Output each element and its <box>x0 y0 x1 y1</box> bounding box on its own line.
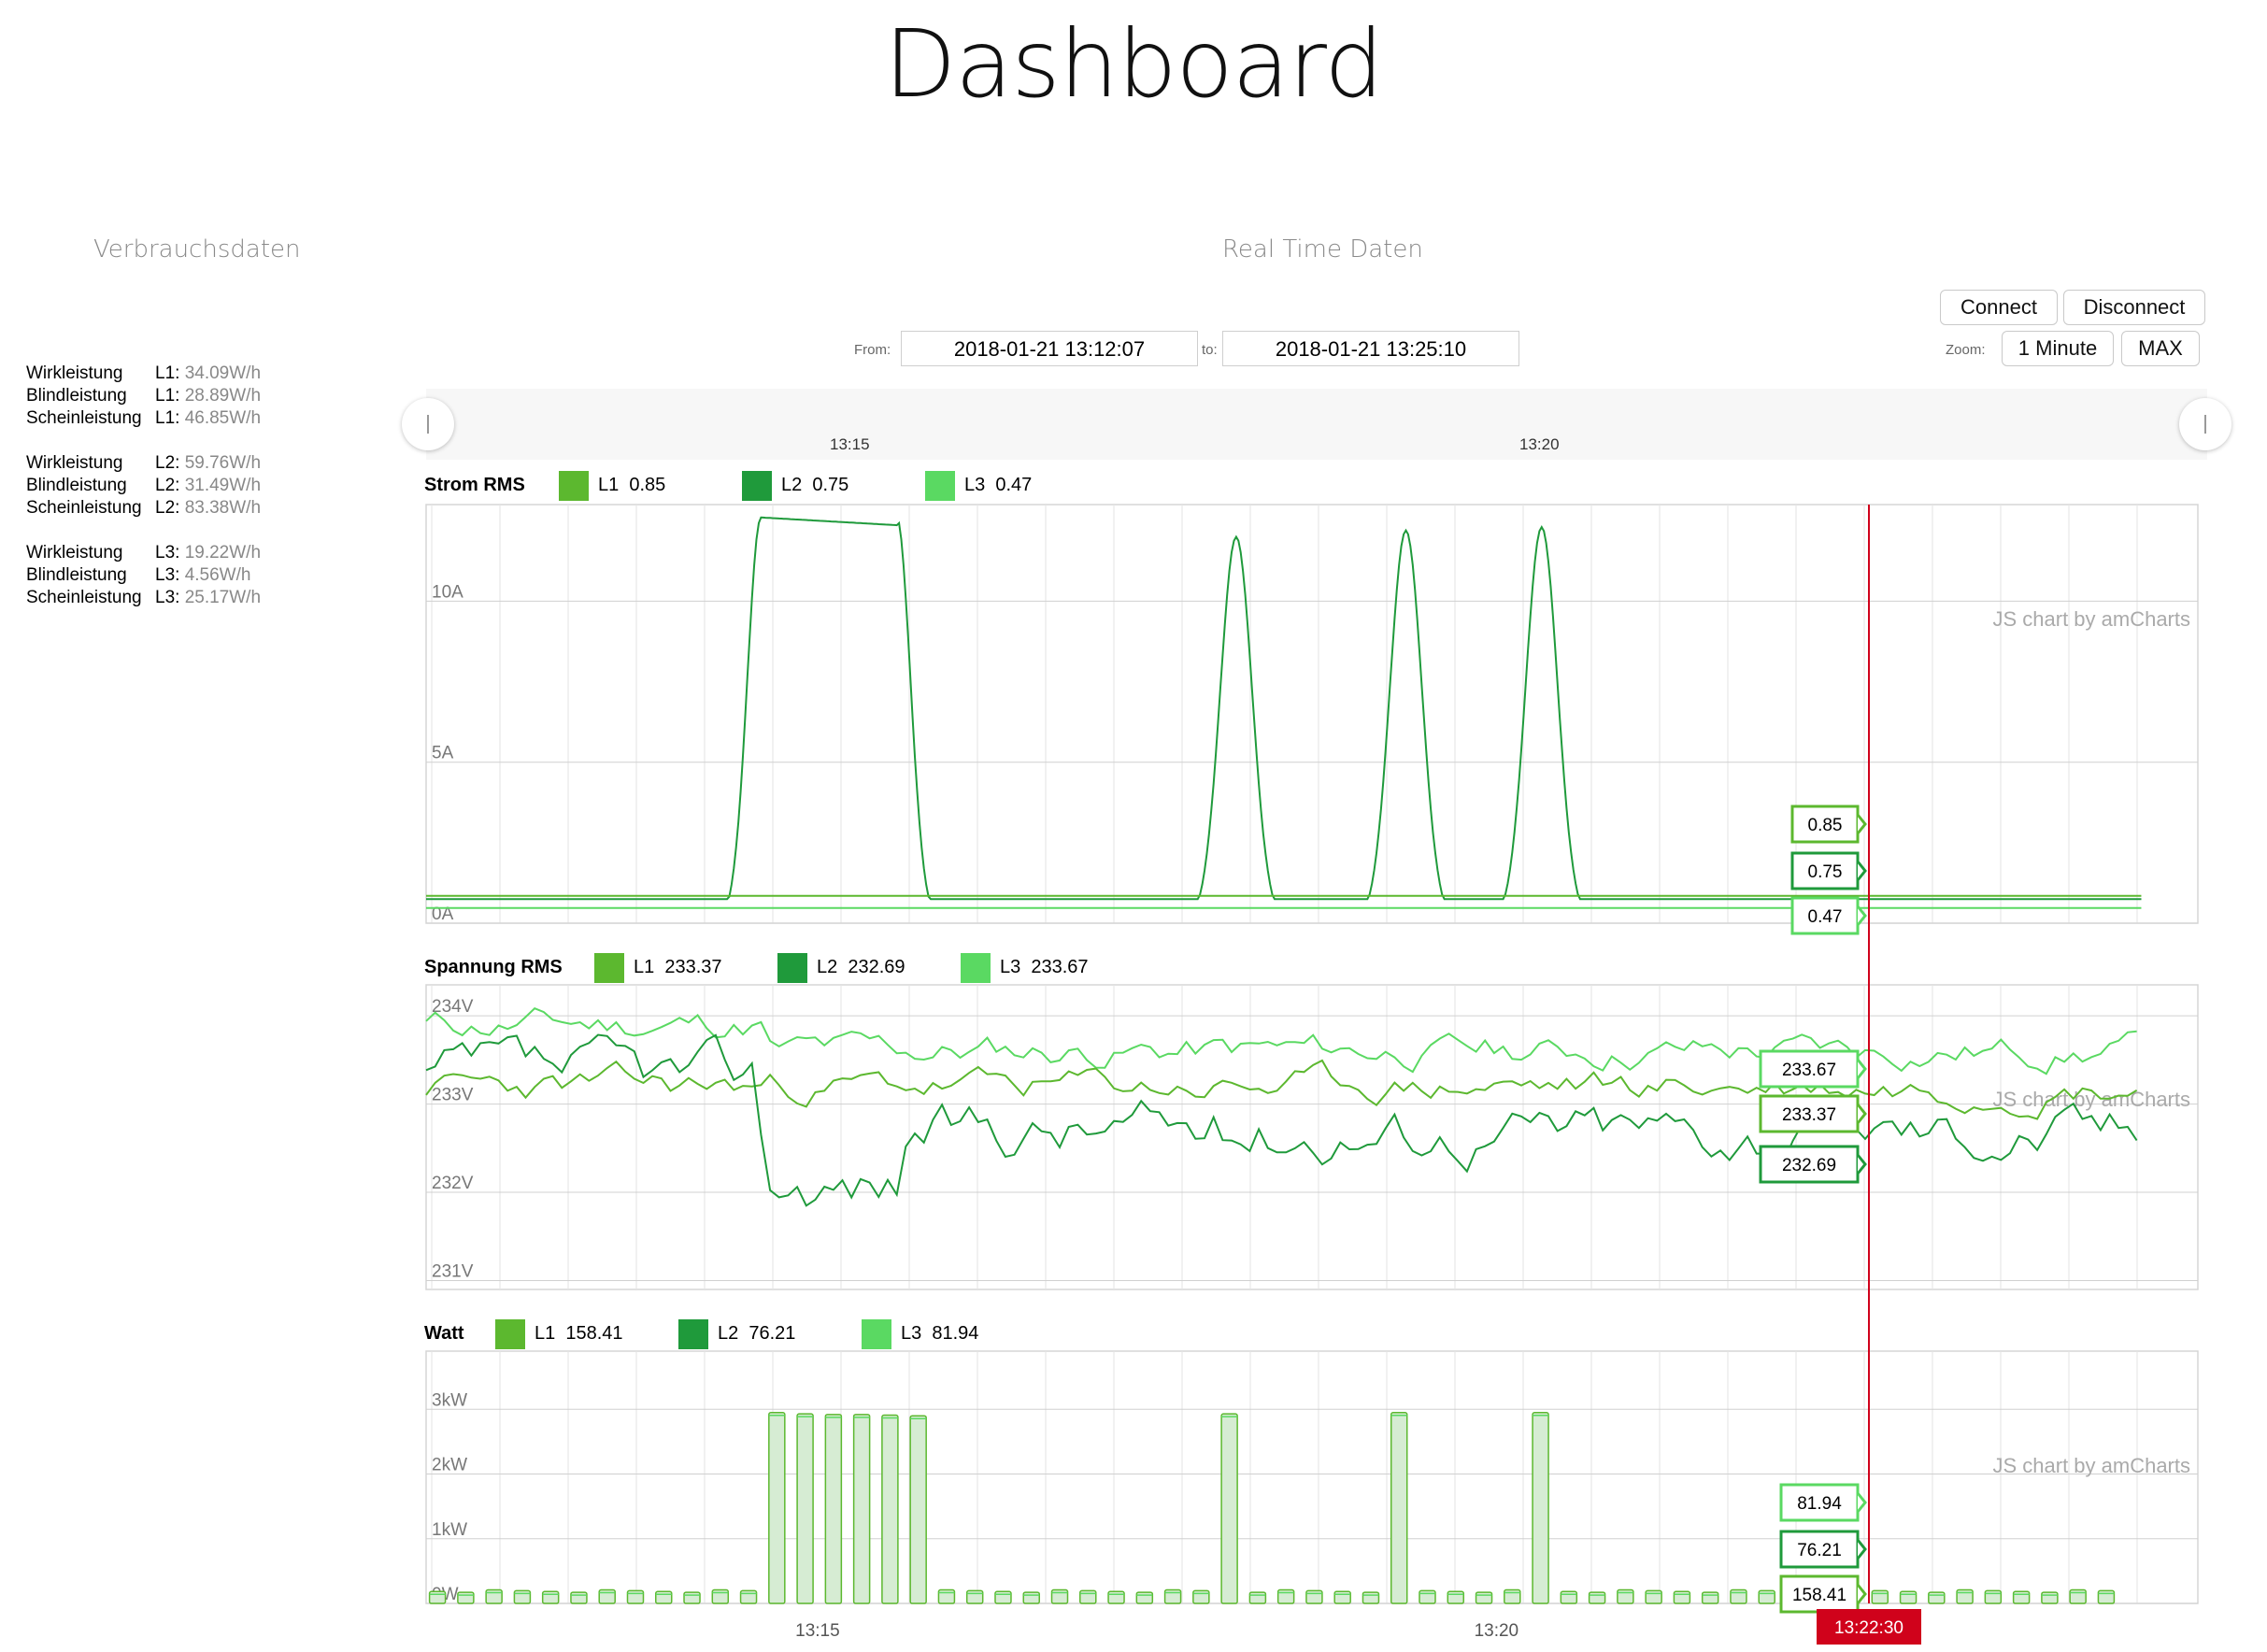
bar-l1 <box>1504 1588 1521 1604</box>
bar-l1 <box>1333 1590 1351 1604</box>
balloon-l2-text: 76.21 <box>1797 1541 1842 1560</box>
bar-l1 <box>1248 1591 1267 1604</box>
bar-l1 <box>2069 1588 2087 1604</box>
bar-l1 <box>965 1589 984 1604</box>
bar-l1 <box>909 1415 927 1604</box>
bar-l1 <box>2041 1591 2059 1604</box>
bar-l1 <box>768 1412 786 1604</box>
bar-l1 <box>1758 1589 1775 1604</box>
bar-l1 <box>1135 1591 1154 1604</box>
balloon-l1-text: 233.37 <box>1782 1105 1836 1125</box>
bar-l1 <box>1588 1591 1606 1604</box>
bar-l1 <box>1730 1588 1747 1604</box>
x-tick-label: 13:20 <box>1475 1621 1519 1641</box>
watermark: JS chart by amCharts <box>1992 1454 2190 1477</box>
bar-l1 <box>1419 1589 1436 1604</box>
bar-l1 <box>796 1413 814 1604</box>
bar-l1 <box>1220 1413 1238 1604</box>
y-tick-label: 2kW <box>432 1456 467 1475</box>
bar-l1 <box>1022 1591 1040 1604</box>
y-tick-label: 1kW <box>432 1520 467 1540</box>
bar-l1 <box>1645 1589 1662 1604</box>
bar-l1 <box>541 1590 560 1604</box>
bar-l1 <box>1192 1589 1210 1604</box>
bar-l1 <box>1956 1588 1974 1604</box>
bar-l1 <box>1871 1589 1889 1604</box>
bar-l1 <box>739 1589 758 1604</box>
balloon-l3-text: 0.47 <box>1808 907 1843 927</box>
x-tick-label: 13:15 <box>795 1621 840 1641</box>
y-tick-label: 234V <box>432 997 474 1017</box>
bar-l1 <box>1560 1590 1578 1604</box>
y-tick-label: 10A <box>432 582 463 602</box>
bar-l1 <box>570 1591 588 1604</box>
bar-l1 <box>1390 1412 1408 1604</box>
cursor-time-text: 13:22:30 <box>1834 1618 1903 1638</box>
bar-l1 <box>1163 1588 1182 1604</box>
bar-l1 <box>626 1589 645 1604</box>
bar-l1 <box>1928 1591 1946 1604</box>
bar-l1 <box>852 1414 871 1604</box>
bar-l1 <box>457 1591 475 1604</box>
bar-l1 <box>1984 1589 2003 1604</box>
balloon-l2-text: 0.75 <box>1808 862 1843 882</box>
y-tick-label: 233V <box>432 1086 474 1105</box>
balloon-l1-text: 158.41 <box>1792 1586 1846 1605</box>
bar-l1 <box>1673 1590 1691 1604</box>
bar-l1 <box>428 1590 447 1604</box>
bar-l1 <box>485 1588 503 1604</box>
balloon-l2-text: 232.69 <box>1782 1156 1836 1175</box>
bar-l1 <box>711 1588 730 1604</box>
bar-l1 <box>824 1414 843 1604</box>
bar-l1 <box>881 1414 899 1604</box>
bar-l1 <box>655 1590 673 1604</box>
bar-l1 <box>1447 1590 1465 1604</box>
balloon-l1-text: 0.85 <box>1808 816 1843 835</box>
bar-l1 <box>513 1589 532 1604</box>
y-tick-label: 3kW <box>432 1390 467 1410</box>
y-tick-label: 231V <box>432 1262 474 1282</box>
bar-l1 <box>1107 1590 1125 1604</box>
bar-l1 <box>1050 1588 1069 1604</box>
bar-l1 <box>683 1591 701 1604</box>
bar-l1 <box>1532 1412 1549 1604</box>
bar-l1 <box>598 1588 616 1604</box>
bar-l1 <box>1701 1591 1719 1604</box>
y-tick-label: 232V <box>432 1174 474 1193</box>
bar-l1 <box>1276 1588 1295 1604</box>
bar-l1 <box>1899 1590 1918 1604</box>
balloon-l3-text: 81.94 <box>1797 1494 1842 1514</box>
bar-l1 <box>994 1590 1012 1604</box>
bar-l1 <box>2097 1589 2116 1604</box>
bar-l1 <box>2012 1590 2031 1604</box>
bar-l1 <box>937 1588 956 1604</box>
watermark: JS chart by amCharts <box>1992 607 2190 631</box>
bar-l1 <box>1475 1591 1493 1604</box>
bar-l1 <box>1362 1591 1380 1604</box>
bar-l1 <box>1079 1589 1097 1604</box>
y-tick-label: 5A <box>432 744 454 763</box>
bar-l1 <box>1305 1589 1323 1604</box>
charts-svg[interactable]: 0A5A10AJS chart by amCharts231V232V233V2… <box>0 0 2267 1652</box>
bar-l1 <box>1617 1588 1634 1604</box>
balloon-l3-text: 233.67 <box>1782 1061 1836 1080</box>
